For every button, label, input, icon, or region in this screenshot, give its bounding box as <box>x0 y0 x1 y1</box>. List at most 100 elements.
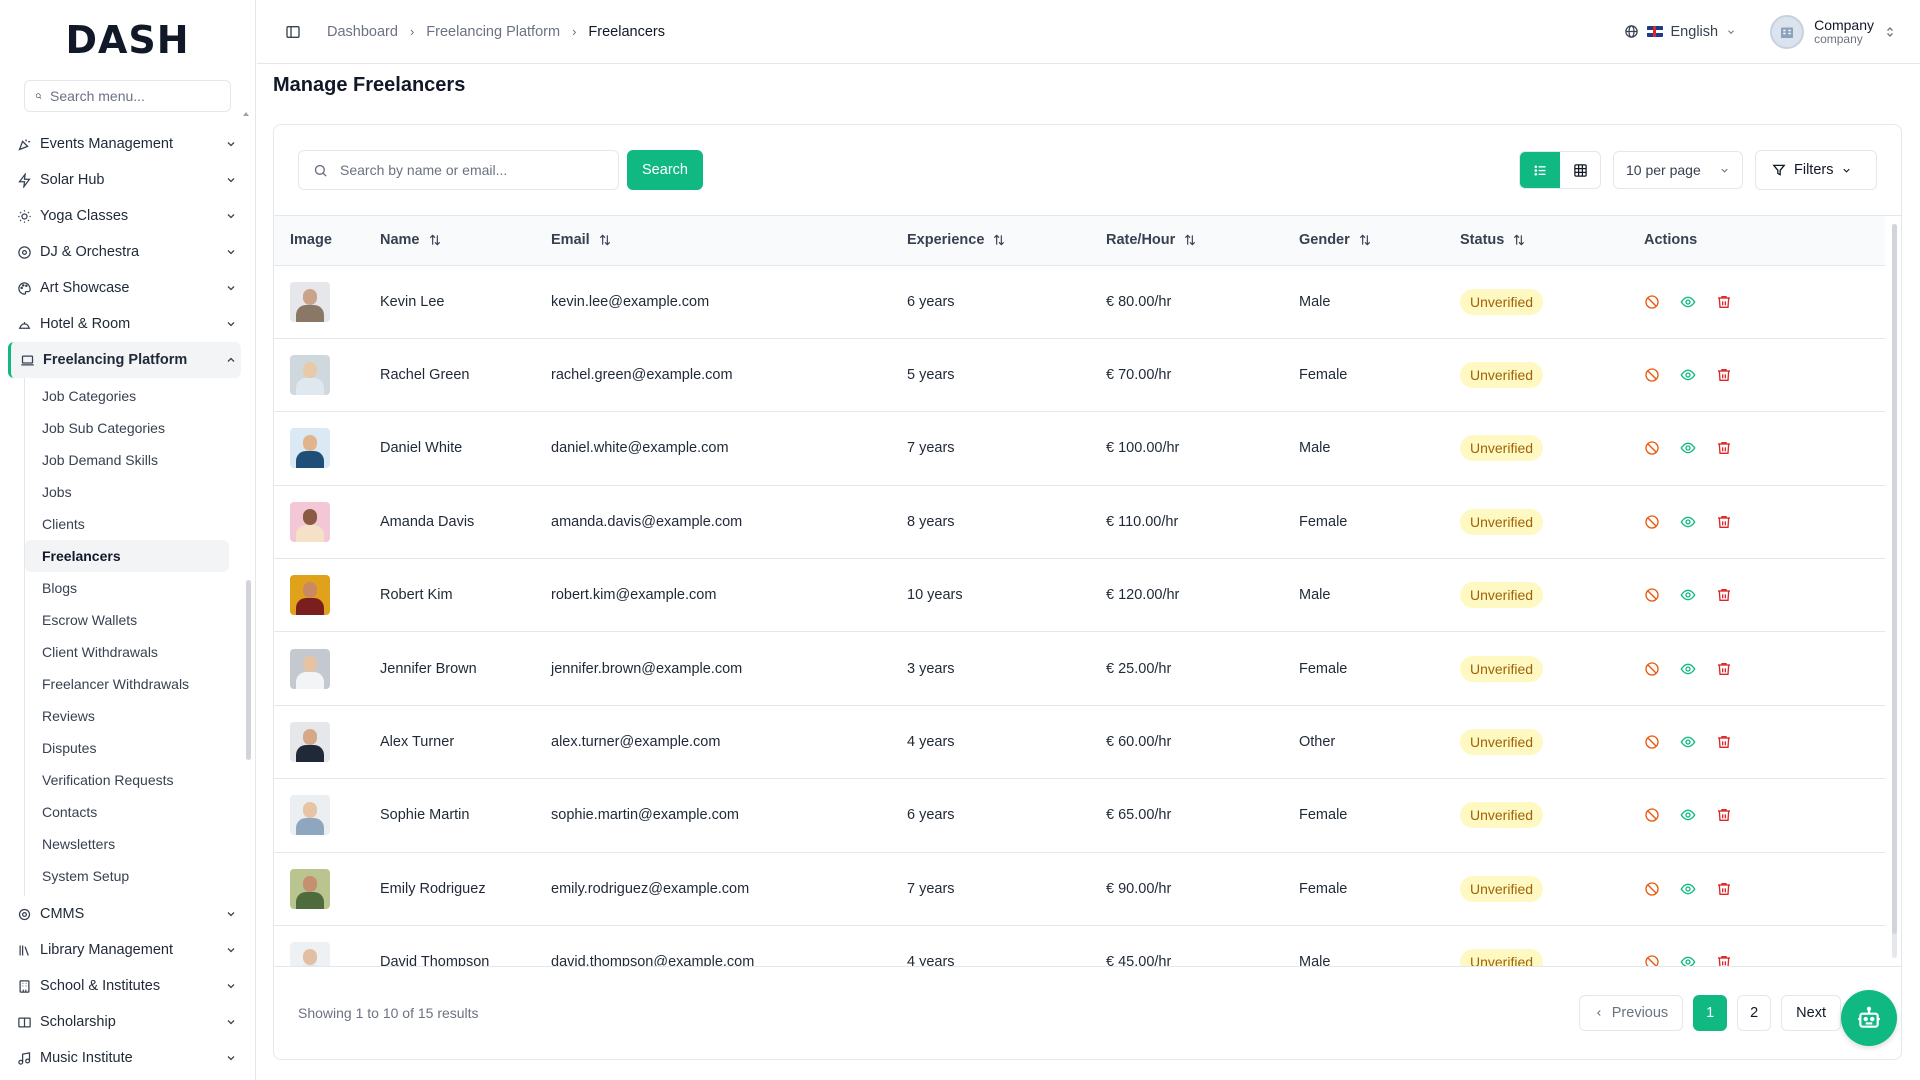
block-button[interactable] <box>1644 954 1660 966</box>
column-header-email[interactable]: Email <box>535 216 891 266</box>
chevron-right-icon: › <box>409 24 415 39</box>
block-button[interactable] <box>1644 807 1660 823</box>
next-page-button[interactable]: Next <box>1781 995 1841 1031</box>
sidebar-item-art-showcase[interactable]: Art Showcase <box>0 270 255 306</box>
sidebar-subitem-freelancer-withdrawals[interactable]: Freelancer Withdrawals <box>25 668 229 700</box>
sidebar-subitem-clients[interactable]: Clients <box>25 508 229 540</box>
panel-left-icon <box>286 25 300 38</box>
view-button[interactable] <box>1680 587 1696 603</box>
view-button[interactable] <box>1680 294 1696 310</box>
delete-button[interactable] <box>1716 881 1732 897</box>
previous-page-button[interactable]: Previous <box>1578 995 1684 1031</box>
grid-view-button[interactable] <box>1560 152 1600 188</box>
sidebar-item-solar-hub[interactable]: Solar Hub <box>0 162 255 198</box>
view-button[interactable] <box>1680 514 1696 530</box>
view-button[interactable] <box>1680 661 1696 677</box>
filters-button[interactable]: Filters <box>1755 150 1877 190</box>
column-header-gender[interactable]: Gender <box>1283 216 1444 266</box>
sidebar-item-dj-and-orchestra[interactable]: DJ & Orchestra <box>0 234 255 270</box>
sidebar-item-hotel-and-room[interactable]: Hotel & Room <box>0 306 255 342</box>
sidebar-item-freelancing-platform[interactable]: Freelancing Platform <box>8 342 241 378</box>
sidebar-subitem-disputes[interactable]: Disputes <box>25 732 229 764</box>
chevron-down-icon <box>227 912 235 917</box>
breadcrumb-dashboard[interactable]: Dashboard <box>327 24 398 40</box>
per-page-select[interactable]: 10 per page <box>1613 151 1743 189</box>
sort-icon[interactable] <box>992 233 1006 247</box>
sort-icon[interactable] <box>598 233 612 247</box>
sidebar-toggle-button[interactable] <box>283 22 303 42</box>
sidebar-search[interactable] <box>24 80 231 112</box>
delete-button[interactable] <box>1716 807 1732 823</box>
delete-button[interactable] <box>1716 440 1732 456</box>
sidebar-subitem-job-sub-categories[interactable]: Job Sub Categories <box>25 412 229 444</box>
delete-button[interactable] <box>1716 514 1732 530</box>
view-button[interactable] <box>1680 367 1696 383</box>
sidebar-subitem-verification-requests[interactable]: Verification Requests <box>25 764 229 796</box>
delete-button[interactable] <box>1716 661 1732 677</box>
search-button[interactable]: Search <box>627 150 703 190</box>
sidebar-item-library-management[interactable]: Library Management <box>0 932 255 968</box>
language-selector[interactable]: English <box>1624 24 1737 40</box>
sidebar-subitem-job-categories[interactable]: Job Categories <box>25 380 229 412</box>
sidebar-subitem-job-demand-skills[interactable]: Job Demand Skills <box>25 444 229 476</box>
block-button[interactable] <box>1644 881 1660 897</box>
sidebar-item-events-management[interactable]: Events Management <box>0 126 255 162</box>
column-header-status[interactable]: Status <box>1444 216 1628 266</box>
column-header-experience[interactable]: Experience <box>891 216 1090 266</box>
list-view-button[interactable] <box>1520 152 1560 188</box>
block-button[interactable] <box>1644 587 1660 603</box>
delete-button[interactable] <box>1716 587 1732 603</box>
block-button[interactable] <box>1644 440 1660 456</box>
delete-button[interactable] <box>1716 954 1732 966</box>
sidebar-item-yoga-classes[interactable]: Yoga Classes <box>0 198 255 234</box>
table-search[interactable] <box>298 150 619 190</box>
view-button[interactable] <box>1680 807 1696 823</box>
block-button[interactable] <box>1644 734 1660 750</box>
sidebar-subitem-freelancers[interactable]: Freelancers <box>25 540 229 572</box>
block-button[interactable] <box>1644 514 1660 530</box>
sort-icon[interactable] <box>1358 233 1372 247</box>
column-header-rate-hour[interactable]: Rate/Hour <box>1090 216 1283 266</box>
app-logo[interactable]: DASH <box>0 0 255 80</box>
sidebar-subitem-system-setup[interactable]: System Setup <box>25 860 229 892</box>
sidebar-item-music-institute[interactable]: Music Institute <box>0 1040 255 1076</box>
ai-assistant-button[interactable] <box>1841 990 1897 1046</box>
block-button[interactable] <box>1644 367 1660 383</box>
view-button[interactable] <box>1680 954 1696 966</box>
view-button[interactable] <box>1680 734 1696 750</box>
table-scrollbar[interactable] <box>1892 224 1897 934</box>
delete-button[interactable] <box>1716 294 1732 310</box>
sidebar-item-scholarship[interactable]: Scholarship <box>0 1004 255 1040</box>
sidebar-search-input[interactable] <box>50 88 230 104</box>
sidebar-subitem-newsletters[interactable]: Newsletters <box>25 828 229 860</box>
sidebar-scroll-up-arrow[interactable] <box>243 112 249 116</box>
sort-icon[interactable] <box>1512 233 1526 247</box>
sidebar-subitem-escrow-wallets[interactable]: Escrow Wallets <box>25 604 229 636</box>
sidebar-item-childcare[interactable]: Childcare <box>0 1076 255 1080</box>
sidebar-subitem-client-withdrawals[interactable]: Client Withdrawals <box>25 636 229 668</box>
sidebar-item-cmms[interactable]: CMMS <box>0 896 255 932</box>
page-1-button[interactable]: 1 <box>1693 995 1728 1031</box>
column-header-name[interactable]: Name <box>364 216 535 266</box>
page-2-button[interactable]: 2 <box>1737 995 1772 1031</box>
sidebar-subitem-blogs[interactable]: Blogs <box>25 572 229 604</box>
experience-cell: 3 years <box>907 660 955 677</box>
sidebar-item-school-and-institutes[interactable]: School & Institutes <box>0 968 255 1004</box>
sidebar-subitem-reviews[interactable]: Reviews <box>25 700 229 732</box>
view-button[interactable] <box>1680 440 1696 456</box>
breadcrumb-freelancing-platform[interactable]: Freelancing Platform <box>426 24 560 40</box>
sidebar-scrollbar[interactable] <box>246 580 251 760</box>
user-menu[interactable]: Company company <box>1770 14 1896 49</box>
table-search-input[interactable] <box>340 162 600 178</box>
sort-icon[interactable] <box>428 233 442 247</box>
sort-icon[interactable] <box>1183 233 1197 247</box>
view-button[interactable] <box>1680 881 1696 897</box>
block-button[interactable] <box>1644 661 1660 677</box>
sidebar-item-label: Scholarship <box>40 1014 116 1030</box>
sidebar-subitem-jobs[interactable]: Jobs <box>25 476 229 508</box>
delete-button[interactable] <box>1716 367 1732 383</box>
image-cell <box>274 705 364 778</box>
delete-button[interactable] <box>1716 734 1732 750</box>
sidebar-subitem-contacts[interactable]: Contacts <box>25 796 229 828</box>
block-button[interactable] <box>1644 294 1660 310</box>
